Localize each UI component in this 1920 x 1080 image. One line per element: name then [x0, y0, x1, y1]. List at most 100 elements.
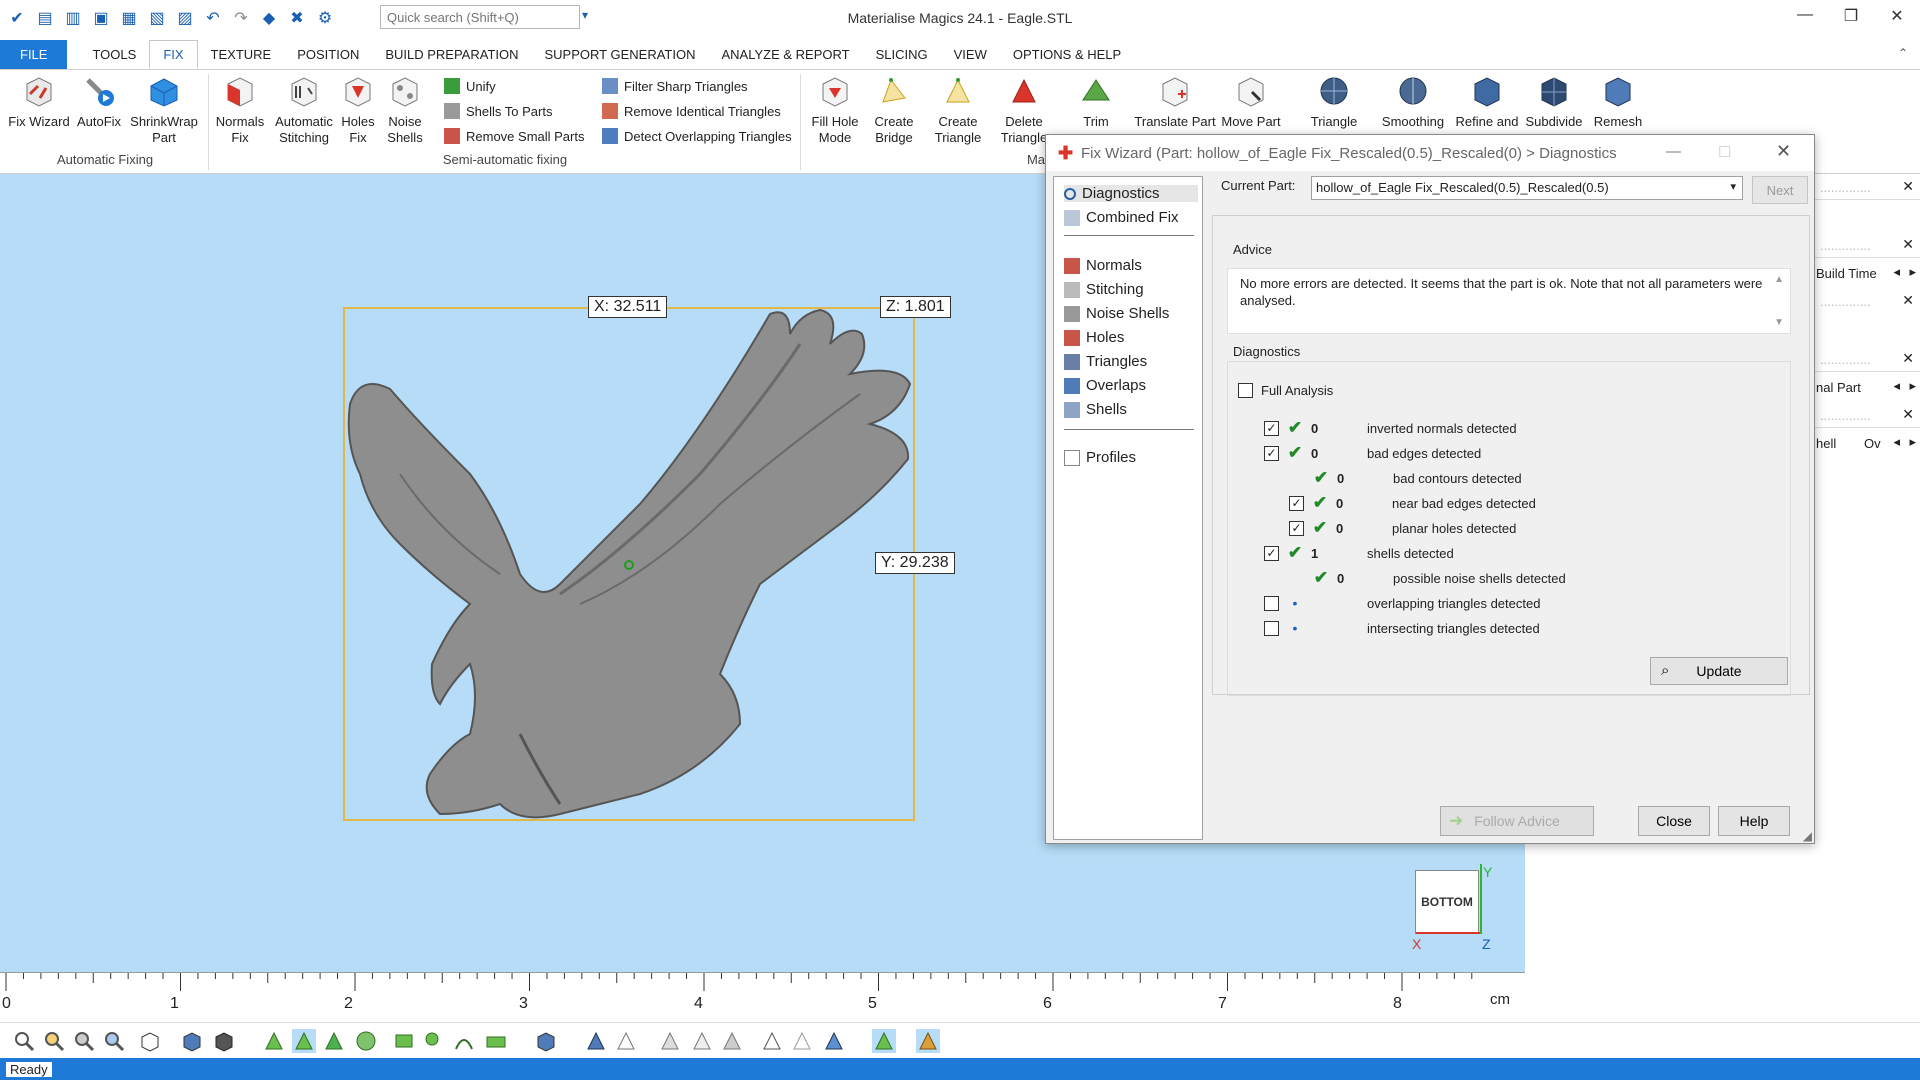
close-panel-icon[interactable]: ✕ [1902, 178, 1914, 195]
dialog-maximize-icon[interactable]: ☐ [1718, 143, 1731, 161]
scroll-right-icon[interactable]: ▸ [1909, 434, 1916, 450]
bad-edges-checkbox[interactable]: ✓ [1264, 445, 1279, 461]
redo-icon[interactable]: ↷ [230, 7, 252, 29]
inverted-normals-checkbox[interactable]: ✓ [1264, 420, 1279, 436]
close-panel-icon[interactable]: ✕ [1902, 236, 1914, 253]
tree-item-diagnostics[interactable]: Diagnostics [1064, 185, 1198, 202]
resize-grip-icon[interactable]: ◢ [1803, 829, 1812, 843]
update-button[interactable]: ⌕ Update [1650, 657, 1788, 685]
tree-item-shells[interactable]: Shells [1064, 401, 1127, 418]
scroll-down-icon[interactable]: ▼ [1774, 314, 1784, 331]
tree-item-normals[interactable]: Normals [1064, 257, 1142, 274]
current-part-select[interactable]: hollow_of_Eagle Fix_Rescaled(0.5)_Rescal… [1311, 176, 1743, 200]
help-button[interactable]: Help [1718, 806, 1790, 836]
remove-small-parts-button[interactable]: Remove Small Parts [444, 128, 584, 144]
view-iso-icon[interactable] [138, 1029, 162, 1053]
tree-item-profiles[interactable]: Profiles [1064, 449, 1136, 466]
create-bridge-button[interactable]: Create Bridge [868, 74, 920, 146]
close-panel-icon[interactable]: ✕ [1902, 350, 1914, 367]
next-button[interactable]: Next [1752, 176, 1808, 204]
zoom-fit-icon[interactable] [72, 1029, 96, 1053]
triangle-edge-icon[interactable] [614, 1029, 638, 1053]
tab-view[interactable]: VIEW [941, 40, 1000, 69]
planar-holes-checkbox[interactable]: ✓ [1289, 520, 1304, 536]
save-icon[interactable]: ▣ [90, 7, 112, 29]
close-window-icon[interactable]: ✕ [1882, 6, 1912, 26]
part-icon[interactable]: ◆ [258, 7, 280, 29]
close-button[interactable]: Close [1638, 806, 1710, 836]
search-options-icon[interactable]: ▾ [582, 8, 588, 22]
scroll-left-icon[interactable]: ◂ [1893, 378, 1900, 394]
new-file-icon[interactable]: ▤ [34, 7, 56, 29]
export-icon[interactable]: ▨ [174, 7, 196, 29]
detect-overlapping-triangles-button[interactable]: Detect Overlapping Triangles [602, 128, 792, 144]
tree-item-overlaps[interactable]: Overlaps [1064, 377, 1146, 394]
scroll-left-icon[interactable]: ◂ [1893, 264, 1900, 280]
overlapping-checkbox[interactable] [1264, 595, 1279, 611]
tree-item-triangles[interactable]: Triangles [1064, 353, 1147, 370]
tab-fix[interactable]: FIX [149, 40, 198, 69]
scroll-right-icon[interactable]: ▸ [1909, 264, 1916, 280]
unify-button[interactable]: Unify [444, 78, 496, 94]
autofix-button[interactable]: AutoFix [74, 74, 124, 130]
zoom-icon[interactable] [12, 1029, 36, 1053]
import-icon[interactable]: ▧ [146, 7, 168, 29]
view-cube[interactable]: BOTTOM [1415, 870, 1479, 934]
full-analysis-checkbox[interactable] [1238, 382, 1253, 398]
dialog-minimize-icon[interactable]: — [1666, 143, 1681, 160]
tree-item-noise-shells[interactable]: Noise Shells [1064, 305, 1169, 322]
select-lasso-icon[interactable] [422, 1029, 446, 1053]
view-cube-icon[interactable] [180, 1029, 204, 1053]
refine-and-smooth-button[interactable]: Refine and [1454, 74, 1520, 130]
color-mode-icon[interactable] [916, 1029, 940, 1053]
tab-texture[interactable]: TEXTURE [198, 40, 285, 69]
delete-part-icon[interactable]: ✖ [286, 7, 308, 29]
collapse-ribbon-icon[interactable]: ⌃ [1898, 46, 1908, 60]
zoom-window-icon[interactable] [42, 1029, 66, 1053]
full-analysis-checkbox-row[interactable]: Full Analysis [1238, 380, 1333, 400]
tab-tools[interactable]: TOOLS [79, 40, 149, 69]
measure-icon[interactable] [760, 1029, 784, 1053]
tab-file[interactable]: FILE [0, 40, 68, 69]
tree-item-holes[interactable]: Holes [1064, 329, 1124, 346]
remesh-button[interactable]: Remesh [1590, 74, 1646, 130]
normals-fix-button[interactable]: Normals Fix [212, 74, 268, 146]
trim-button[interactable]: Trim [1068, 74, 1124, 130]
zoom-selected-icon[interactable] [102, 1029, 126, 1053]
move-part-button[interactable]: Move Part [1218, 74, 1284, 130]
select-triangle-icon[interactable] [262, 1029, 286, 1053]
shells-checkbox[interactable]: ✓ [1264, 545, 1279, 561]
select-sphere-icon[interactable] [354, 1029, 378, 1053]
shaded-mode-icon[interactable] [872, 1029, 896, 1053]
tab-position[interactable]: POSITION [284, 40, 372, 69]
shrinkwrap-part-button[interactable]: ShrinkWrap Part [128, 74, 200, 146]
measure-angle-icon[interactable] [790, 1029, 814, 1053]
tab-options-help[interactable]: OPTIONS & HELP [1000, 40, 1134, 69]
tree-item-stitching[interactable]: Stitching [1064, 281, 1144, 298]
holes-fix-button[interactable]: Holes Fix [338, 74, 378, 146]
intersecting-checkbox[interactable] [1264, 620, 1279, 636]
tab-build-preparation[interactable]: BUILD PREPARATION [372, 40, 531, 69]
select-box-icon[interactable] [392, 1029, 416, 1053]
select-shell-icon[interactable] [322, 1029, 346, 1053]
noise-shells-button[interactable]: Noise Shells [382, 74, 428, 146]
tab-analyze-report[interactable]: ANALYZE & REPORT [708, 40, 862, 69]
undo-icon[interactable]: ↶ [202, 7, 224, 29]
translate-part-button[interactable]: Translate Part [1134, 74, 1216, 130]
triangle-mode-icon[interactable] [584, 1029, 608, 1053]
remove-identical-triangles-button[interactable]: Remove Identical Triangles [602, 103, 781, 119]
fix-wizard-button[interactable]: Fix Wizard [6, 74, 72, 130]
shells-to-parts-button[interactable]: Shells To Parts [444, 103, 552, 119]
select-plane-icon[interactable] [484, 1029, 508, 1053]
triangle-fill-icon[interactable] [720, 1029, 744, 1053]
save-as-icon[interactable]: ▦ [118, 7, 140, 29]
measure-distance-icon[interactable] [822, 1029, 846, 1053]
close-panel-icon[interactable]: ✕ [1902, 406, 1914, 423]
scroll-right-icon[interactable]: ▸ [1909, 378, 1916, 394]
tree-item-combined-fix[interactable]: Combined Fix [1064, 209, 1179, 226]
fill-hole-mode-button[interactable]: Fill Hole Mode [806, 74, 864, 146]
select-surface-icon[interactable] [292, 1029, 316, 1053]
select-curve-icon[interactable] [452, 1029, 476, 1053]
dialog-close-icon[interactable]: ✕ [1776, 141, 1791, 162]
triangle-reduction-button[interactable]: Triangle [1304, 74, 1364, 130]
